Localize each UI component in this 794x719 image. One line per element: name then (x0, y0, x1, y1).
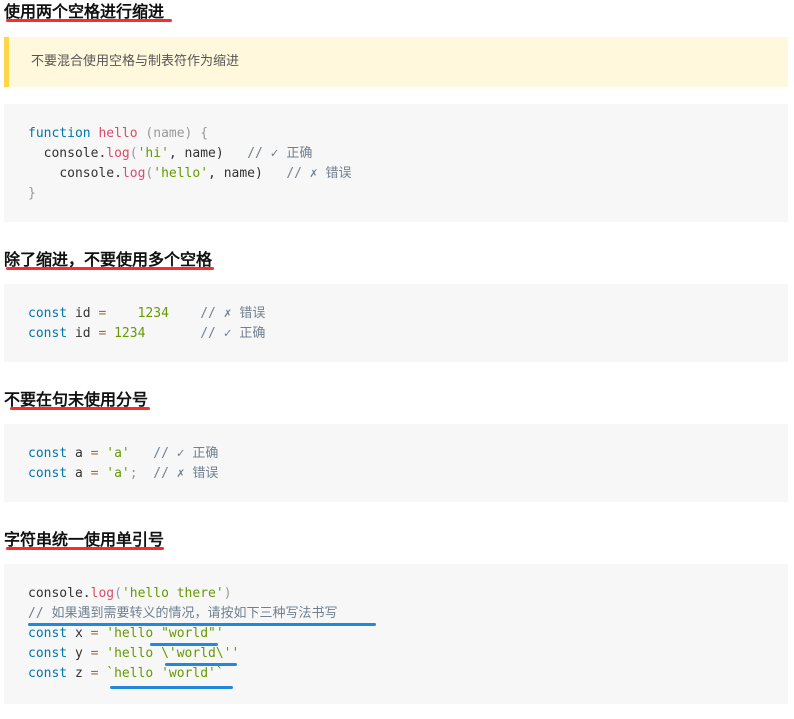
code-block-spaces: const id = 1234 // ✗ 错误 const id = 1234 /… (4, 284, 788, 362)
code-line: // 如果遇到需要转义的情况，请按如下三种写法书写 (28, 606, 338, 621)
code-line: console.log('hi', name) // ✓ 正确 (43, 146, 313, 161)
heading-underline (6, 547, 164, 550)
code-block-quotes: console.log('hello there') // 如果遇到需要转义的情况… (4, 564, 788, 704)
code-block-semicolon: const a = 'a' // ✓ 正确 const a = 'a'; // ✗… (4, 424, 788, 502)
code-line: const id = 1234 // ✗ 错误 (28, 306, 266, 321)
code-line: const y = 'hello \'world\'' (28, 646, 240, 661)
code-block-indent: function hello (name) { console.log('hi'… (4, 104, 788, 222)
heading-underline (6, 267, 214, 270)
code-line: const z = `hello 'world'` (28, 666, 224, 681)
escape-underline-z (110, 686, 233, 689)
escape-underline-x (150, 643, 218, 646)
code-line: const id = 1234 // ✓ 正确 (28, 326, 266, 341)
comment-underline (28, 623, 376, 626)
code-line: console.log('hello', name) // ✗ 错误 (59, 166, 352, 181)
code-line: function hello (name) { (28, 126, 209, 141)
code-line: const a = 'a' // ✓ 正确 (28, 446, 219, 461)
code-line: const a = 'a'; // ✗ 错误 (28, 466, 219, 481)
heading-underline (6, 19, 172, 22)
code-line: console.log('hello there') (28, 586, 232, 601)
heading-underline (10, 407, 150, 410)
code-line: } (28, 186, 36, 201)
code-line: const x = 'hello "world"' (28, 626, 224, 641)
tip-note: 不要混合使用空格与制表符作为缩进 (4, 37, 788, 87)
escape-underline-y (165, 663, 237, 666)
